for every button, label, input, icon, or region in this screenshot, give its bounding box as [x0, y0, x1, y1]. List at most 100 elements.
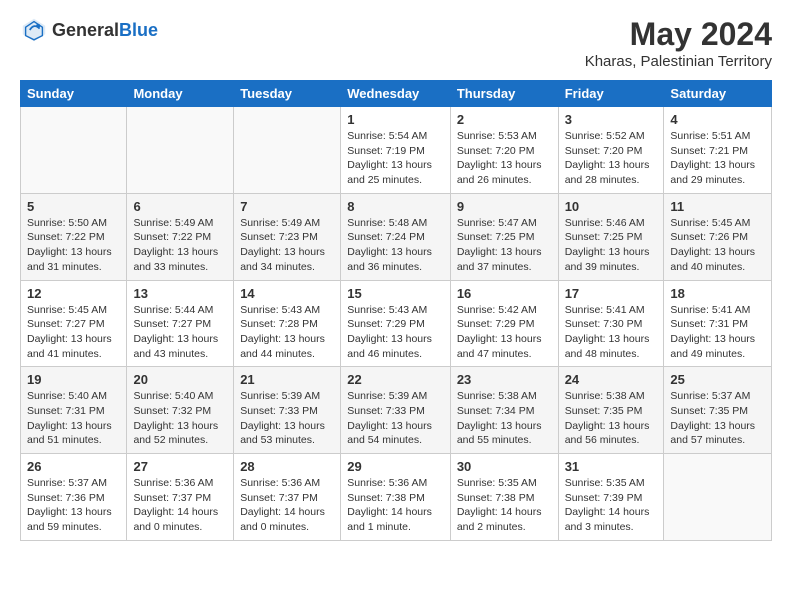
day-number: 22	[347, 372, 444, 387]
day-number: 18	[670, 286, 765, 301]
day-info: Sunrise: 5:38 AM Sunset: 7:35 PM Dayligh…	[565, 389, 658, 448]
table-cell: 27 Sunrise: 5:36 AM Sunset: 7:37 PM Dayli…	[127, 454, 234, 541]
day-number: 9	[457, 199, 552, 214]
logo-icon	[20, 16, 48, 44]
day-number: 12	[27, 286, 120, 301]
day-number: 3	[565, 112, 658, 127]
day-number: 10	[565, 199, 658, 214]
table-cell: 14 Sunrise: 5:43 AM Sunset: 7:28 PM Dayli…	[234, 280, 341, 367]
table-cell: 31 Sunrise: 5:35 AM Sunset: 7:39 PM Dayli…	[558, 454, 664, 541]
table-cell: 13Sunrise: 5:44 AM Sunset: 7:27 PM Dayli…	[127, 280, 234, 367]
table-cell: 30Sunrise: 5:35 AM Sunset: 7:38 PM Dayli…	[450, 454, 558, 541]
day-info: Sunrise: 5:39 AM Sunset: 7:33 PM Dayligh…	[347, 389, 444, 448]
table-cell: 29 Sunrise: 5:36 AM Sunset: 7:38 PM Dayli…	[341, 454, 451, 541]
table-cell	[21, 107, 127, 194]
week-row-4: 19Sunrise: 5:40 AM Sunset: 7:31 PM Dayli…	[21, 367, 772, 454]
day-info: Sunrise: 5:36 AM Sunset: 7:37 PM Dayligh…	[240, 476, 334, 535]
table-cell: 16 Sunrise: 5:42 AM Sunset: 7:29 PM Dayli…	[450, 280, 558, 367]
day-info: Sunrise: 5:41 AM Sunset: 7:30 PM Dayligh…	[565, 303, 658, 362]
day-info: Sunrise: 5:45 AM Sunset: 7:26 PM Dayligh…	[670, 216, 765, 275]
table-cell: 21Sunrise: 5:39 AM Sunset: 7:33 PM Dayli…	[234, 367, 341, 454]
day-info: Sunrise: 5:43 AM Sunset: 7:29 PM Dayligh…	[347, 303, 444, 362]
calendar: Sunday Monday Tuesday Wednesday Thursday…	[20, 80, 772, 541]
day-number: 16	[457, 286, 552, 301]
day-info: Sunrise: 5:52 AM Sunset: 7:20 PM Dayligh…	[565, 129, 658, 188]
table-cell	[234, 107, 341, 194]
day-number: 26	[27, 459, 120, 474]
table-cell: 12 Sunrise: 5:45 AM Sunset: 7:27 PM Dayli…	[21, 280, 127, 367]
day-number: 1	[347, 112, 444, 127]
table-cell: 26 Sunrise: 5:37 AM Sunset: 7:36 PM Dayli…	[21, 454, 127, 541]
table-cell: 10 Sunrise: 5:46 AM Sunset: 7:25 PM Dayli…	[558, 193, 664, 280]
day-number: 5	[27, 199, 120, 214]
logo-blue: Blue	[119, 20, 158, 40]
table-cell: 19Sunrise: 5:40 AM Sunset: 7:31 PM Dayli…	[21, 367, 127, 454]
col-tuesday: Tuesday	[234, 81, 341, 107]
day-info: Sunrise: 5:41 AM Sunset: 7:31 PM Dayligh…	[670, 303, 765, 362]
day-number: 20	[133, 372, 227, 387]
day-info: Sunrise: 5:37 AM Sunset: 7:35 PM Dayligh…	[670, 389, 765, 448]
table-cell: 28 Sunrise: 5:36 AM Sunset: 7:37 PM Dayli…	[234, 454, 341, 541]
table-cell: 3 Sunrise: 5:52 AM Sunset: 7:20 PM Daylig…	[558, 107, 664, 194]
day-number: 4	[670, 112, 765, 127]
day-info: Sunrise: 5:40 AM Sunset: 7:32 PM Dayligh…	[133, 389, 227, 448]
day-info: Sunrise: 5:43 AM Sunset: 7:28 PM Dayligh…	[240, 303, 334, 362]
day-number: 2	[457, 112, 552, 127]
day-number: 30	[457, 459, 552, 474]
calendar-header-row: Sunday Monday Tuesday Wednesday Thursday…	[21, 81, 772, 107]
day-info: Sunrise: 5:49 AM Sunset: 7:22 PM Dayligh…	[133, 216, 227, 275]
day-number: 19	[27, 372, 120, 387]
col-friday: Friday	[558, 81, 664, 107]
table-cell: 15 Sunrise: 5:43 AM Sunset: 7:29 PM Dayli…	[341, 280, 451, 367]
table-cell: 17Sunrise: 5:41 AM Sunset: 7:30 PM Dayli…	[558, 280, 664, 367]
day-info: Sunrise: 5:53 AM Sunset: 7:20 PM Dayligh…	[457, 129, 552, 188]
day-number: 14	[240, 286, 334, 301]
day-info: Sunrise: 5:54 AM Sunset: 7:19 PM Dayligh…	[347, 129, 444, 188]
col-sunday: Sunday	[21, 81, 127, 107]
table-cell	[664, 454, 772, 541]
table-cell: 22 Sunrise: 5:39 AM Sunset: 7:33 PM Dayli…	[341, 367, 451, 454]
table-cell: 2 Sunrise: 5:53 AM Sunset: 7:20 PM Daylig…	[450, 107, 558, 194]
day-info: Sunrise: 5:44 AM Sunset: 7:27 PM Dayligh…	[133, 303, 227, 362]
day-info: Sunrise: 5:35 AM Sunset: 7:39 PM Dayligh…	[565, 476, 658, 535]
week-row-3: 12 Sunrise: 5:45 AM Sunset: 7:27 PM Dayli…	[21, 280, 772, 367]
table-cell: 4 Sunrise: 5:51 AM Sunset: 7:21 PM Daylig…	[664, 107, 772, 194]
col-thursday: Thursday	[450, 81, 558, 107]
day-info: Sunrise: 5:49 AM Sunset: 7:23 PM Dayligh…	[240, 216, 334, 275]
col-monday: Monday	[127, 81, 234, 107]
week-row-2: 5 Sunrise: 5:50 AM Sunset: 7:22 PM Daylig…	[21, 193, 772, 280]
day-info: Sunrise: 5:48 AM Sunset: 7:24 PM Dayligh…	[347, 216, 444, 275]
table-cell: 7Sunrise: 5:49 AM Sunset: 7:23 PM Daylig…	[234, 193, 341, 280]
page: GeneralBlue May 2024 Kharas, Palestinian…	[0, 0, 792, 557]
day-info: Sunrise: 5:45 AM Sunset: 7:27 PM Dayligh…	[27, 303, 120, 362]
day-info: Sunrise: 5:36 AM Sunset: 7:38 PM Dayligh…	[347, 476, 444, 535]
day-info: Sunrise: 5:42 AM Sunset: 7:29 PM Dayligh…	[457, 303, 552, 362]
day-info: Sunrise: 5:46 AM Sunset: 7:25 PM Dayligh…	[565, 216, 658, 275]
day-number: 11	[670, 199, 765, 214]
table-cell: 6 Sunrise: 5:49 AM Sunset: 7:22 PM Daylig…	[127, 193, 234, 280]
day-number: 15	[347, 286, 444, 301]
day-info: Sunrise: 5:36 AM Sunset: 7:37 PM Dayligh…	[133, 476, 227, 535]
day-number: 8	[347, 199, 444, 214]
day-number: 29	[347, 459, 444, 474]
day-number: 28	[240, 459, 334, 474]
day-number: 31	[565, 459, 658, 474]
day-info: Sunrise: 5:51 AM Sunset: 7:21 PM Dayligh…	[670, 129, 765, 188]
table-cell: 5 Sunrise: 5:50 AM Sunset: 7:22 PM Daylig…	[21, 193, 127, 280]
logo: GeneralBlue	[20, 16, 158, 44]
title-month: May 2024	[585, 16, 772, 53]
day-number: 21	[240, 372, 334, 387]
header: GeneralBlue May 2024 Kharas, Palestinian…	[20, 16, 772, 70]
day-info: Sunrise: 5:50 AM Sunset: 7:22 PM Dayligh…	[27, 216, 120, 275]
table-cell: 11 Sunrise: 5:45 AM Sunset: 7:26 PM Dayli…	[664, 193, 772, 280]
day-number: 25	[670, 372, 765, 387]
table-cell: 18 Sunrise: 5:41 AM Sunset: 7:31 PM Dayli…	[664, 280, 772, 367]
day-number: 6	[133, 199, 227, 214]
table-cell: 24Sunrise: 5:38 AM Sunset: 7:35 PM Dayli…	[558, 367, 664, 454]
day-number: 27	[133, 459, 227, 474]
day-info: Sunrise: 5:37 AM Sunset: 7:36 PM Dayligh…	[27, 476, 120, 535]
day-info: Sunrise: 5:38 AM Sunset: 7:34 PM Dayligh…	[457, 389, 552, 448]
table-cell: 1 Sunrise: 5:54 AM Sunset: 7:19 PM Daylig…	[341, 107, 451, 194]
table-cell: 8 Sunrise: 5:48 AM Sunset: 7:24 PM Daylig…	[341, 193, 451, 280]
week-row-1: 1 Sunrise: 5:54 AM Sunset: 7:19 PM Daylig…	[21, 107, 772, 194]
